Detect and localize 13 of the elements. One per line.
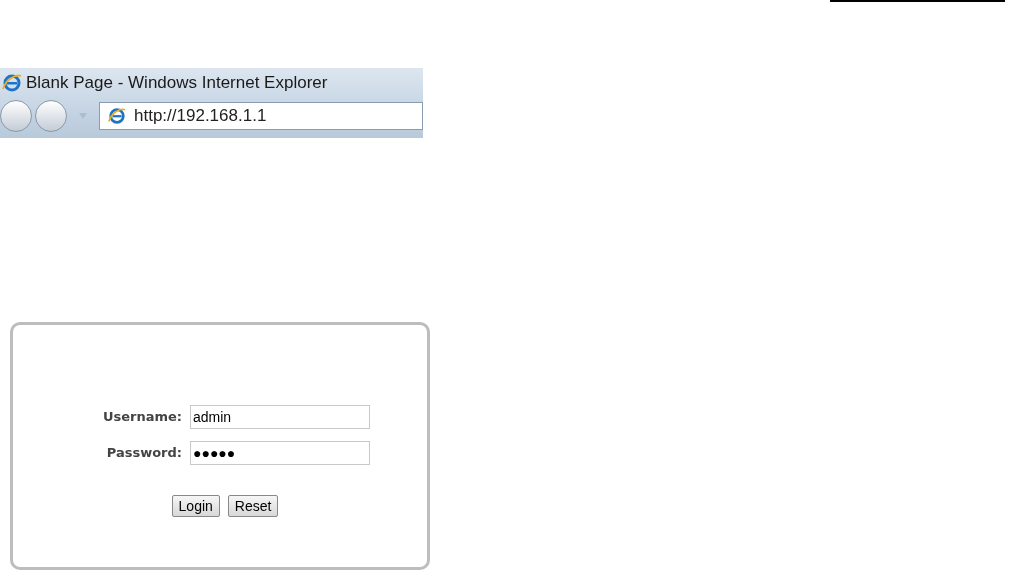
- form-button[interactable]: Reset: [227, 495, 279, 517]
- form-button[interactable]: Login: [171, 495, 220, 517]
- back-button[interactable]: [0, 100, 32, 132]
- browser-logo-icon: [2, 73, 22, 93]
- forward-button[interactable]: [35, 100, 67, 132]
- address-bar[interactable]: http://192.168.1.1: [99, 102, 423, 130]
- window-title: Blank Page - Windows Internet Explorer: [26, 72, 328, 95]
- page-icon: [108, 107, 126, 125]
- input-field[interactable]: admin: [190, 405, 370, 429]
- input-field[interactable]: ●●●●●: [190, 441, 370, 465]
- address-text: http://192.168.1.1: [134, 105, 267, 128]
- field-label: Username:: [101, 408, 182, 427]
- field-label: Password:: [105, 444, 182, 463]
